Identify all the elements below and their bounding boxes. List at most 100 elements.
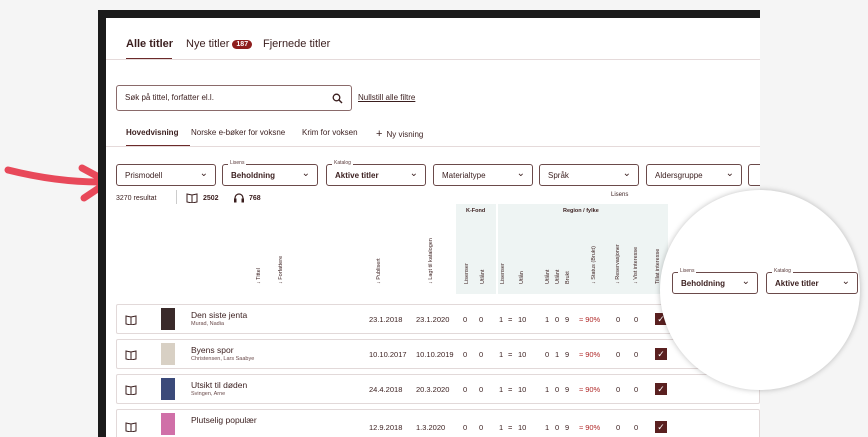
new-view-button[interactable]: + Ny visning [376, 128, 423, 140]
added-date: 1.3.2020 [416, 423, 446, 432]
used: 9 [565, 350, 570, 359]
allow-interest-checkbox[interactable]: ✓ [655, 348, 667, 360]
search-placeholder: Søk på tittel, forfatter el.l. [125, 93, 214, 102]
status-used: ≈ 90% [579, 315, 601, 324]
region-licenses: 1 [499, 315, 504, 324]
kfond-loaned: 0 [479, 385, 484, 394]
col-reservasjoner[interactable]: ↓ Reservasjoner [615, 244, 621, 284]
chevron-down-icon: ⌄ [622, 168, 631, 179]
equals-sign: = [508, 315, 513, 324]
region-licenses: 1 [499, 423, 504, 432]
book-title[interactable]: Utsikt til døden [191, 380, 247, 390]
group-lisens: Lisens [611, 192, 629, 198]
loaned-b: 1 [555, 350, 560, 359]
used: 9 [565, 385, 570, 394]
col-kfond-utlant[interactable]: Utlånt [480, 270, 486, 284]
col-lagt-til[interactable]: ↓ Lagt til katalogen [428, 238, 434, 284]
book-title[interactable]: Den siste jenta [191, 310, 247, 320]
zoom-filter-katalog: Katalog Aktive titler ⌄ [766, 268, 858, 294]
headphones-icon [234, 193, 244, 203]
book-author: Christensen, Lars Saabye [191, 356, 255, 362]
col-kfond-lisenser[interactable]: Lisenser [464, 263, 470, 284]
table-row[interactable]: Byens spor Christensen, Lars Saabye 10.1… [116, 339, 760, 369]
region-licenses: 1 [499, 350, 504, 359]
tab-nye-titler[interactable]: Nye titler 187 [186, 38, 253, 50]
shown-interest: 0 [634, 423, 639, 432]
tab-alle-titler[interactable]: Alle titler [126, 38, 173, 50]
reservations: 0 [616, 315, 621, 324]
region-licenses: 1 [499, 385, 504, 394]
col-publisert[interactable]: ↓ Publisert [376, 258, 382, 284]
reset-filters-link[interactable]: Nullstill alle filtre [358, 93, 415, 102]
view-norske-e-boker[interactable]: Norske e-bøker for voksne [191, 128, 285, 137]
col-utlant-b[interactable]: Utlånt [555, 270, 561, 284]
filter-lisens[interactable]: Lisens Beholdning ⌄ [222, 160, 318, 186]
book-author: Murad, Nadia [191, 321, 225, 327]
published-date: 24.4.2018 [369, 385, 403, 394]
chevron-down-icon: ⌄ [725, 168, 734, 179]
col-forfattere[interactable]: ↓ Forfattere [278, 256, 284, 284]
col-status[interactable]: ↓ Status (Brukt) [591, 246, 597, 284]
book-icon [125, 422, 137, 432]
view-hovedvisning[interactable]: Hovedvisning [126, 128, 178, 137]
book-cover [161, 378, 175, 400]
col-brukt[interactable]: Brukt [565, 271, 571, 284]
separator [176, 190, 177, 204]
zoom-filter-lisens: Lisens Beholdning ⌄ [672, 268, 758, 294]
chevron-down-icon: ⌄ [199, 168, 208, 179]
table-row[interactable]: Plutselig populær 12.9.2018 1.3.2020 0 0… [116, 409, 760, 437]
published-date: 12.9.2018 [369, 423, 403, 432]
kfond-group-bg [456, 204, 496, 294]
reservations: 0 [616, 423, 621, 432]
shown-interest: 0 [634, 315, 639, 324]
view-krim-for-voksen[interactable]: Krim for voksen [302, 128, 358, 137]
allow-interest-checkbox[interactable]: ✓ [655, 383, 667, 395]
chevron-down-icon: ⌄ [741, 276, 750, 287]
loans: 10 [518, 315, 527, 324]
col-utlant-a[interactable]: Utlånt [545, 270, 551, 284]
kfond-loaned: 0 [479, 350, 484, 359]
loaned-b: 0 [555, 423, 560, 432]
published-date: 10.10.2017 [369, 350, 407, 359]
book-title[interactable]: Byens spor [191, 345, 234, 355]
chevron-down-icon: ⌄ [841, 276, 850, 287]
filter-aldersgruppe[interactable]: Aldersgruppe ⌄ [646, 164, 742, 186]
equals-sign: = [508, 423, 513, 432]
filter-sprak[interactable]: Språk ⌄ [539, 164, 639, 186]
kfond-loaned: 0 [479, 315, 484, 324]
book-icon [125, 350, 137, 360]
filter-katalog[interactable]: Katalog Aktive titler ⌄ [326, 160, 426, 186]
status-used: ≈ 90% [579, 385, 601, 394]
filter-more[interactable] [748, 164, 760, 186]
allow-interest-checkbox[interactable]: ✓ [655, 421, 667, 433]
book-title[interactable]: Plutselig populær [191, 415, 257, 425]
app-window: Alle titler Nye titler 187 Fjernede title… [106, 18, 760, 437]
reservations: 0 [616, 385, 621, 394]
group-kfond: K-Fond [466, 208, 486, 214]
plus-icon: + [376, 128, 383, 140]
shown-interest: 0 [634, 350, 639, 359]
chevron-down-icon: ⌄ [301, 168, 310, 179]
col-tittel[interactable]: ↓ Tittel [256, 268, 262, 284]
col-utlan[interactable]: Utlån [519, 271, 525, 284]
col-vist-interesse[interactable]: ↓ Vist interesse [633, 247, 639, 284]
book-cover [161, 343, 175, 365]
added-date: 10.10.2019 [416, 350, 454, 359]
tab-fjernede-titler[interactable]: Fjernede titler [263, 38, 330, 50]
kfond-licenses: 0 [463, 350, 468, 359]
equals-sign: = [508, 385, 513, 394]
loaned-b: 0 [555, 315, 560, 324]
kfond-licenses: 0 [463, 315, 468, 324]
kfond-licenses: 0 [463, 423, 468, 432]
loaned-a: 0 [545, 350, 550, 359]
used: 9 [565, 315, 570, 324]
search-icon [332, 93, 343, 104]
col-region-lisenser[interactable]: Lisenser [500, 263, 506, 284]
loaned-b: 0 [555, 385, 560, 394]
used: 9 [565, 423, 570, 432]
filter-prismodell[interactable]: Prismodell ⌄ [116, 164, 216, 186]
search-input[interactable]: Søk på tittel, forfatter el.l. [116, 85, 352, 111]
table-row[interactable]: Utsikt til døden Svingen, Arne 24.4.2018… [116, 374, 760, 404]
filter-materialtype[interactable]: Materialtype ⌄ [433, 164, 533, 186]
book-icon [125, 385, 137, 395]
